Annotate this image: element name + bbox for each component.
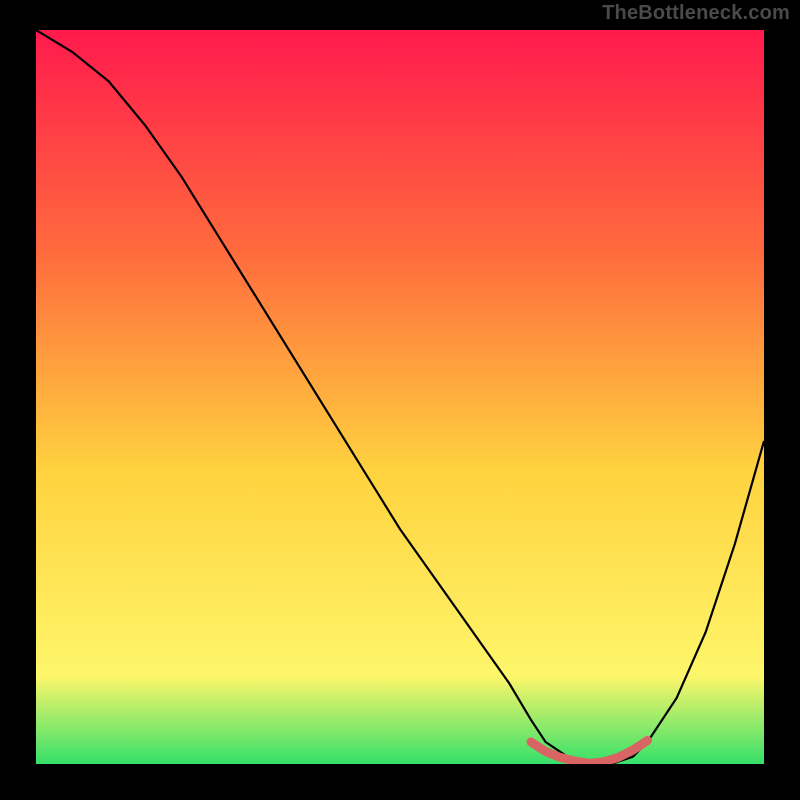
attribution-label: TheBottleneck.com	[602, 2, 790, 25]
chart-frame: TheBottleneck.com	[0, 0, 800, 800]
chart-svg	[36, 30, 764, 764]
plot-area	[36, 30, 764, 764]
gradient-background	[36, 30, 764, 764]
